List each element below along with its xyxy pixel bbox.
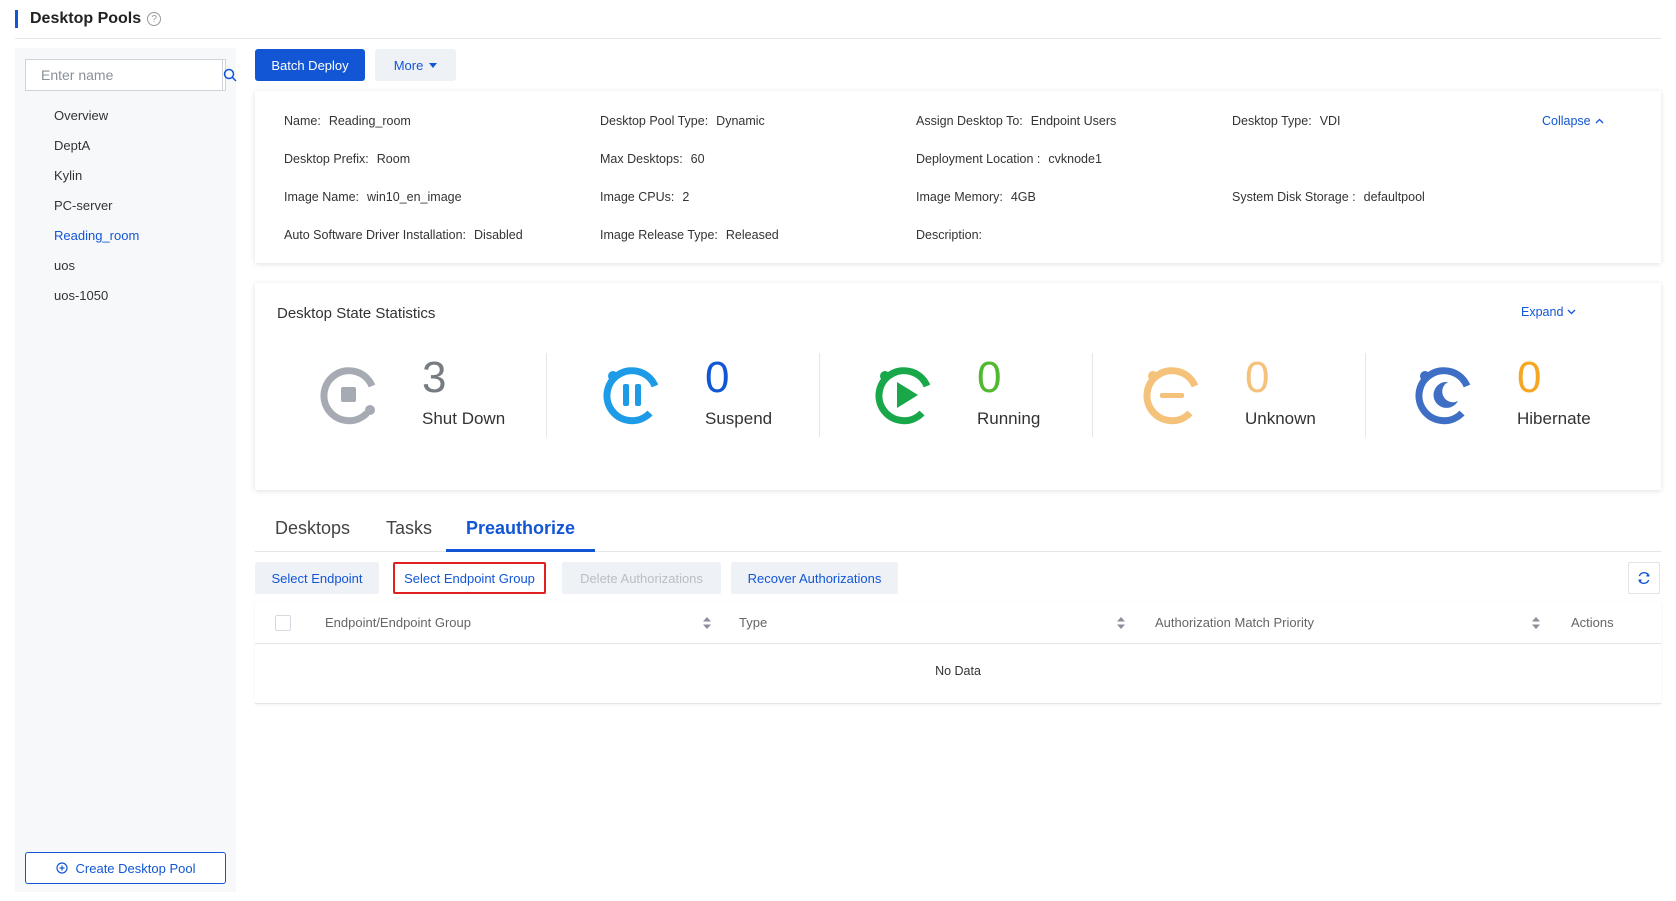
sidebar-item-overview[interactable]: Overview [15,101,236,131]
stat-hibernate: 0 Hibernate [1412,353,1672,443]
info-image-memory: Image Memory: 4GB [916,190,1036,204]
info-desktop-type: Desktop Type: VDI [1232,114,1341,128]
tab-tasks[interactable]: Tasks [366,510,452,552]
info-release-type: Image Release Type: Released [600,228,779,242]
delete-authorizations-button[interactable]: Delete Authorizations [562,562,721,594]
empty-state-text: No Data [935,664,981,678]
select-endpoint-button[interactable]: Select Endpoint [255,562,379,594]
sort-icon [703,617,711,629]
info-system-disk: System Disk Storage : defaultpool [1232,190,1425,204]
sidebar: Overview DeptA Kylin PC-server Reading_r… [15,48,237,892]
pool-info-card: Name: Reading_room Desktop Pool Type: Dyna… [255,91,1661,263]
create-desktop-pool-button[interactable]: Create Desktop Pool [25,852,226,884]
sidebar-item-depta[interactable]: DeptA [15,131,236,161]
stat-divider [819,353,820,437]
refresh-button[interactable] [1628,562,1660,594]
table-header: Endpoint/Endpoint Group Type Authorizati… [255,602,1661,644]
suspend-icon [603,367,659,425]
header-divider [15,38,1661,39]
unknown-label: Unknown [1245,409,1316,428]
chevron-up-icon [1595,118,1604,124]
sort-icon [1117,617,1125,629]
info-description: Description: [916,228,982,242]
info-image-cpus: Image CPUs: 2 [600,190,690,204]
info-assign-to: Assign Desktop To: Endpoint Users [916,114,1117,128]
sidebar-item-reading-room[interactable]: Reading_room [15,221,236,251]
more-button[interactable]: More [375,49,456,81]
unknown-count: 0 [1245,353,1270,402]
stat-unknown: 0 Unknown [1140,353,1400,443]
stat-divider [1092,353,1093,437]
running-label: Running [977,409,1041,428]
info-image-name: Image Name: win10_en_image [284,190,462,204]
running-count: 0 [977,353,1002,402]
search-icon [223,68,237,82]
column-header-priority[interactable]: Authorization Match Priority [1155,602,1314,644]
pool-list: Overview DeptA Kylin PC-server Reading_r… [15,101,236,311]
stat-divider [1365,353,1366,437]
title-accent-bar [15,10,18,28]
stat-shut-down: 3 Shut Down [317,353,577,443]
column-header-actions: Actions [1571,615,1614,630]
sidebar-item-pc-server[interactable]: PC-server [15,191,236,221]
unknown-icon [1143,367,1199,425]
hibernate-count: 0 [1517,353,1542,402]
help-icon[interactable]: ? [147,12,162,26]
running-icon [875,367,931,425]
info-auto-driver: Auto Software Driver Installation: Disabl… [284,228,523,242]
stat-suspend: 0 Suspend [600,353,860,443]
tab-desktops[interactable]: Desktops [255,510,370,552]
sort-icon [1532,617,1540,629]
stat-running: 0 Running [872,353,1132,443]
create-desktop-pool-label: Create Desktop Pool [75,860,196,876]
expand-link[interactable]: Expand [1521,305,1576,319]
recover-authorizations-button[interactable]: Recover Authorizations [731,562,898,594]
select-all-checkbox[interactable] [275,615,291,631]
sidebar-item-uos-1050[interactable]: uos-1050 [15,281,236,311]
info-prefix: Desktop Prefix: Room [284,152,411,166]
info-deploy-location: Deployment Location : cvknode1 [916,152,1102,166]
page-header: Desktop Pools ? [15,6,162,32]
collapse-link[interactable]: Collapse [1542,114,1604,128]
preauthorize-table: Endpoint/Endpoint Group Type Authorizati… [255,602,1661,704]
column-header-type[interactable]: Type [739,602,767,644]
desktop-state-stats-card: Desktop State Statistics Expand 3 Shut D… [255,283,1661,490]
more-label: More [393,57,424,73]
suspend-label: Suspend [705,409,773,428]
column-header-endpoint[interactable]: Endpoint/Endpoint Group [325,602,471,644]
search-box [25,59,237,91]
info-name: Name: Reading_room [284,114,411,128]
stat-divider [546,353,547,437]
shut-down-label: Shut Down [422,409,506,428]
refresh-icon [1638,572,1650,584]
sidebar-item-uos[interactable]: uos [15,251,236,281]
tab-preauthorize[interactable]: Preauthorize [446,510,596,552]
shut-down-icon [320,367,376,425]
chevron-down-icon [1567,309,1576,315]
select-endpoint-group-button[interactable]: Select Endpoint Group [393,562,546,594]
info-pool-type: Desktop Pool Type: Dynamic [600,114,765,128]
plus-circle-icon [55,862,68,874]
suspend-count: 0 [705,353,730,402]
caret-down-icon [429,62,438,68]
info-max-desktops: Max Desktops: 60 [600,152,705,166]
batch-deploy-button[interactable]: Batch Deploy [255,49,365,81]
search-button[interactable] [222,60,237,90]
tab-bar: Desktops Tasks Preauthorize [255,510,1661,552]
hibernate-icon [1415,367,1471,425]
page-title: Desktop Pools [30,10,142,27]
stats-title: Desktop State Statistics [277,305,436,322]
sidebar-item-kylin[interactable]: Kylin [15,161,236,191]
shut-down-count: 3 [422,353,447,402]
search-input[interactable] [26,60,222,90]
hibernate-label: Hibernate [1517,409,1591,428]
